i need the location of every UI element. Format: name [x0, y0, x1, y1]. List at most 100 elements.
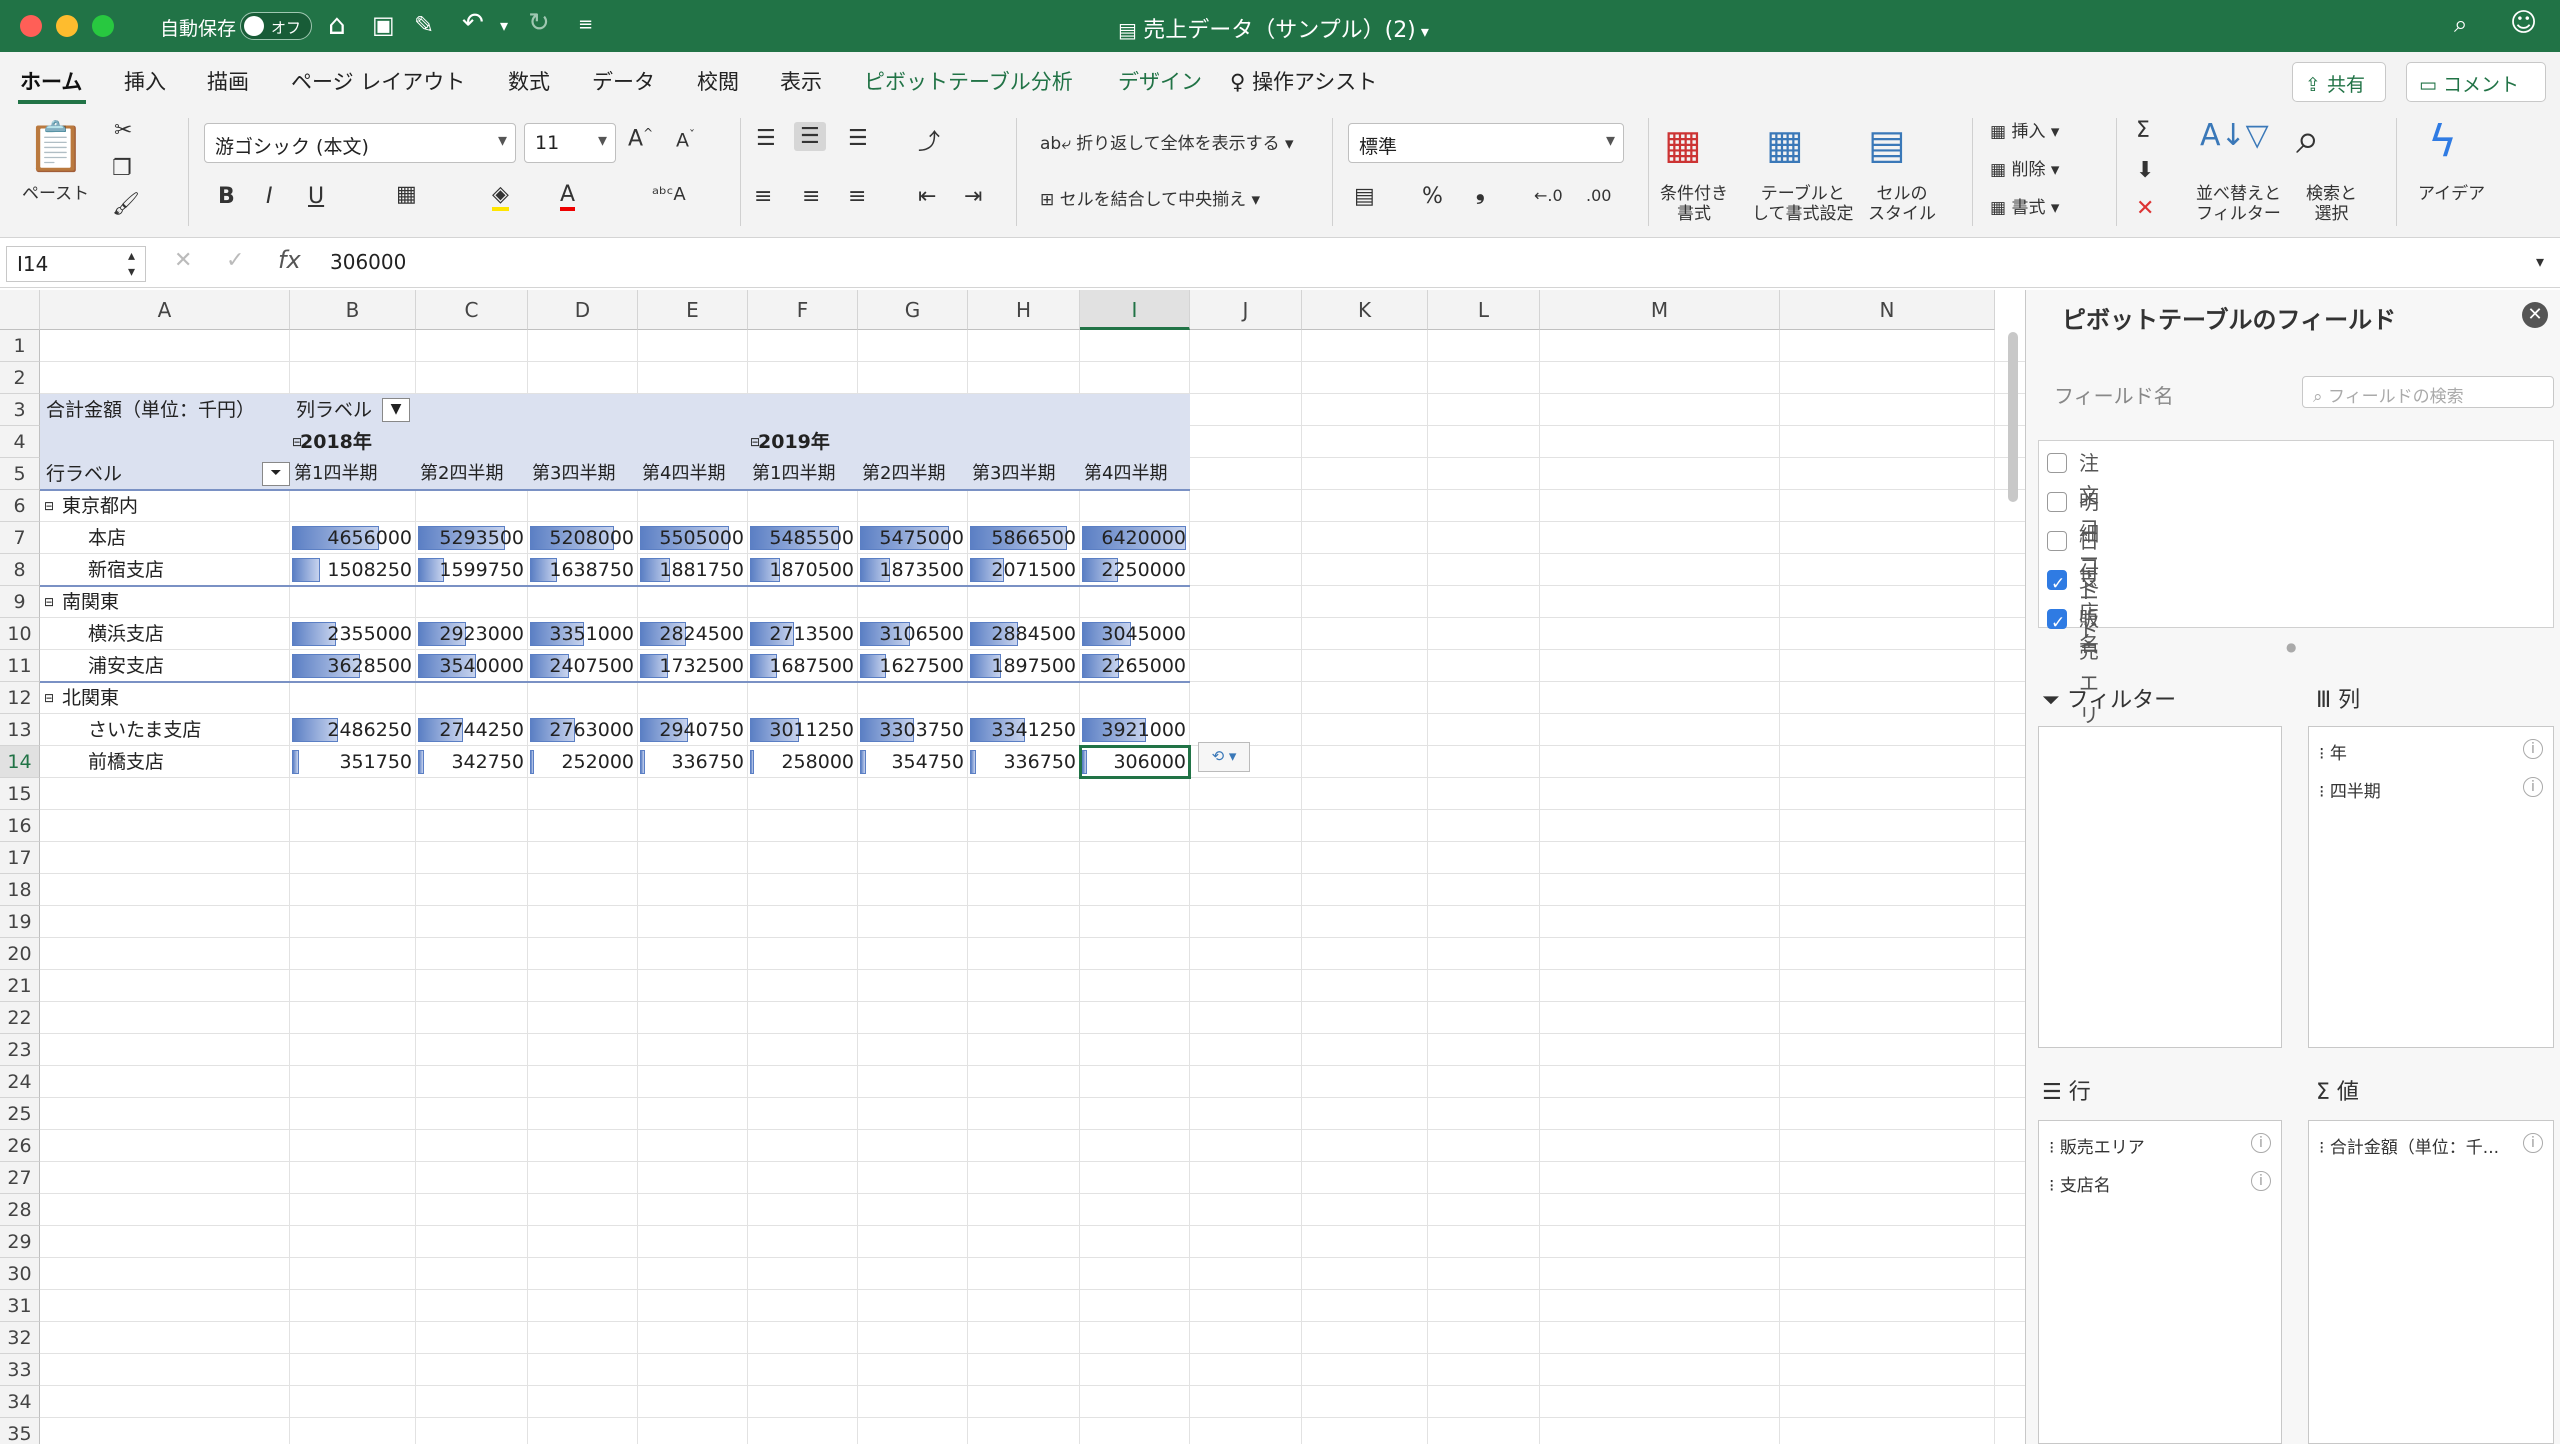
row-header-6[interactable]: 6 — [0, 490, 40, 522]
autosum-icon[interactable]: Σ — [2136, 118, 2150, 143]
increase-decimal-icon[interactable]: ←.0 — [1534, 186, 1563, 205]
column-header-K[interactable]: K — [1302, 290, 1428, 330]
pivot-value-cell[interactable]: 1732500 — [638, 650, 748, 682]
row-header-26[interactable]: 26 — [0, 1130, 40, 1162]
sort-filter-label[interactable]: 並べ替えと フィルター — [2196, 184, 2281, 224]
pivot-value-cell[interactable]: 1627500 — [858, 650, 968, 682]
increase-indent-icon[interactable]: ⇥ — [964, 184, 982, 209]
share-button[interactable]: ⇪ 共有 — [2292, 62, 2386, 102]
row-header-31[interactable]: 31 — [0, 1290, 40, 1322]
row-header-2[interactable]: 2 — [0, 362, 40, 394]
pivot-value-cell[interactable]: 2763000 — [528, 714, 638, 746]
row-header-11[interactable]: 11 — [0, 650, 40, 682]
pivot-value-cell[interactable]: 336750 — [968, 746, 1080, 778]
row-header-19[interactable]: 19 — [0, 906, 40, 938]
column-header-L[interactable]: L — [1428, 290, 1540, 330]
pivot-value-cell[interactable]: 5293500 — [416, 522, 528, 554]
branch-label[interactable]: 新宿支店 — [88, 554, 164, 586]
pivot-value-cell[interactable]: 2486250 — [290, 714, 416, 746]
pivot-value-cell[interactable]: 2250000 — [1080, 554, 1190, 586]
pivot-value-cell[interactable]: 1897500 — [968, 650, 1080, 682]
row-header-35[interactable]: 35 — [0, 1418, 40, 1444]
format-cells-button[interactable]: ▦ 書式 ▾ — [1990, 198, 2059, 218]
field-checkbox[interactable] — [2047, 453, 2067, 473]
column-header-G[interactable]: G — [858, 290, 968, 330]
field-checkbox[interactable] — [2047, 531, 2067, 551]
field-search-input[interactable]: ⌕ フィールドの検索 — [2302, 376, 2554, 408]
align-left-icon[interactable]: ≡ — [754, 184, 772, 209]
row-header-1[interactable]: 1 — [0, 330, 40, 362]
tab-home[interactable]: ホーム — [20, 66, 82, 96]
pivot-value-cell[interactable]: 2407500 — [528, 650, 638, 682]
collapse-icon[interactable]: ⊟ — [44, 490, 54, 522]
pivot-value-cell[interactable]: 2265000 — [1080, 650, 1190, 682]
field-checkbox[interactable] — [2047, 492, 2067, 512]
pivot-value-cell[interactable]: 3351000 — [528, 618, 638, 650]
decrease-font-icon[interactable]: Aˇ — [676, 128, 695, 151]
formula-input[interactable]: 306000 — [330, 250, 406, 274]
quarter-header[interactable]: 第1四半期 — [752, 458, 835, 490]
italic-button[interactable]: I — [266, 184, 273, 209]
row-header-8[interactable]: 8 — [0, 554, 40, 586]
quarter-header[interactable]: 第3四半期 — [532, 458, 615, 490]
tab-insert[interactable]: 挿入 — [124, 66, 166, 96]
row-filter-dropdown-icon[interactable]: ⏷ — [262, 462, 290, 486]
row-header-22[interactable]: 22 — [0, 1002, 40, 1034]
field-checkbox[interactable] — [2047, 568, 2067, 600]
quarter-header[interactable]: 第2四半期 — [420, 458, 503, 490]
row-header-24[interactable]: 24 — [0, 1066, 40, 1098]
column-header-C[interactable]: C — [416, 290, 528, 330]
pivot-value-cell[interactable]: 5475000 — [858, 522, 968, 554]
bold-button[interactable]: B — [218, 184, 235, 209]
pivot-value-label[interactable]: 合計金額（単位：千円） — [46, 394, 255, 426]
wrap-text-button[interactable]: ab⤶ 折り返して全体を表示する ▾ — [1040, 134, 1294, 154]
pivot-value-cell[interactable]: 252000 — [528, 746, 638, 778]
pivot-value-cell[interactable]: 2355000 — [290, 618, 416, 650]
info-icon[interactable]: i — [2523, 777, 2543, 797]
pivot-value-cell[interactable]: 351750 — [290, 746, 416, 778]
conditional-format-icon[interactable]: ▦ — [1664, 122, 1702, 168]
row-header-13[interactable]: 13 — [0, 714, 40, 746]
quarter-header[interactable]: 第4四半期 — [1084, 458, 1167, 490]
group-label[interactable]: 南関東 — [62, 586, 119, 618]
align-center-icon[interactable]: ≡ — [802, 184, 820, 209]
sort-filter-icon[interactable]: A↓▽ — [2200, 118, 2269, 153]
align-right-icon[interactable]: ≡ — [848, 184, 866, 209]
pivot-value-cell[interactable]: 3628500 — [290, 650, 416, 682]
conditional-format-label[interactable]: 条件付き 書式 — [1660, 184, 1728, 224]
column-header-D[interactable]: D — [528, 290, 638, 330]
pivot-row-label[interactable]: 行ラベル — [46, 458, 122, 490]
pivot-value-cell[interactable]: 2940750 — [638, 714, 748, 746]
align-middle-icon[interactable]: ☰ — [794, 122, 826, 151]
field-checkbox[interactable] — [2047, 607, 2067, 639]
row-header-30[interactable]: 30 — [0, 1258, 40, 1290]
resize-handle-icon[interactable]: ● — [2286, 640, 2296, 654]
tab-draw[interactable]: 描画 — [207, 66, 249, 96]
tab-page-layout[interactable]: ページ レイアウト — [291, 66, 465, 96]
format-table-label[interactable]: テーブルと して書式設定 — [1752, 184, 1854, 224]
row-header-21[interactable]: 21 — [0, 970, 40, 1002]
tab-data[interactable]: データ — [592, 66, 655, 96]
quarter-header[interactable]: 第2四半期 — [862, 458, 945, 490]
zoom-window-button[interactable] — [92, 15, 114, 37]
active-cell-selection[interactable] — [1079, 745, 1191, 779]
tab-pivot-analyze[interactable]: ピボットテーブル分析 — [864, 66, 1073, 96]
ideas-label[interactable]: アイデア — [2418, 184, 2485, 204]
save-icon[interactable]: ▣ — [372, 11, 395, 39]
quarter-header[interactable]: 第1四半期 — [294, 458, 377, 490]
pivot-value-cell[interactable]: 1599750 — [416, 554, 528, 586]
column-header-B[interactable]: B — [290, 290, 416, 330]
group-label[interactable]: 北関東 — [62, 682, 119, 714]
pivot-value-cell[interactable]: 3011250 — [748, 714, 858, 746]
cell-styles-icon[interactable]: ▤ — [1868, 122, 1906, 168]
pivot-value-cell[interactable]: 3045000 — [1080, 618, 1190, 650]
collapse-icon[interactable]: ⊟ — [44, 586, 54, 618]
merge-center-button[interactable]: ⊞ セルを結合して中央揃え ▾ — [1040, 190, 1260, 210]
pivot-value-cell[interactable]: 354750 — [858, 746, 968, 778]
function-icon[interactable]: fx — [278, 246, 301, 274]
row-header-28[interactable]: 28 — [0, 1194, 40, 1226]
pivot-value-cell[interactable]: 1873500 — [858, 554, 968, 586]
row-header-32[interactable]: 32 — [0, 1322, 40, 1354]
column-header-H[interactable]: H — [968, 290, 1080, 330]
pivot-value-cell[interactable]: 342750 — [416, 746, 528, 778]
